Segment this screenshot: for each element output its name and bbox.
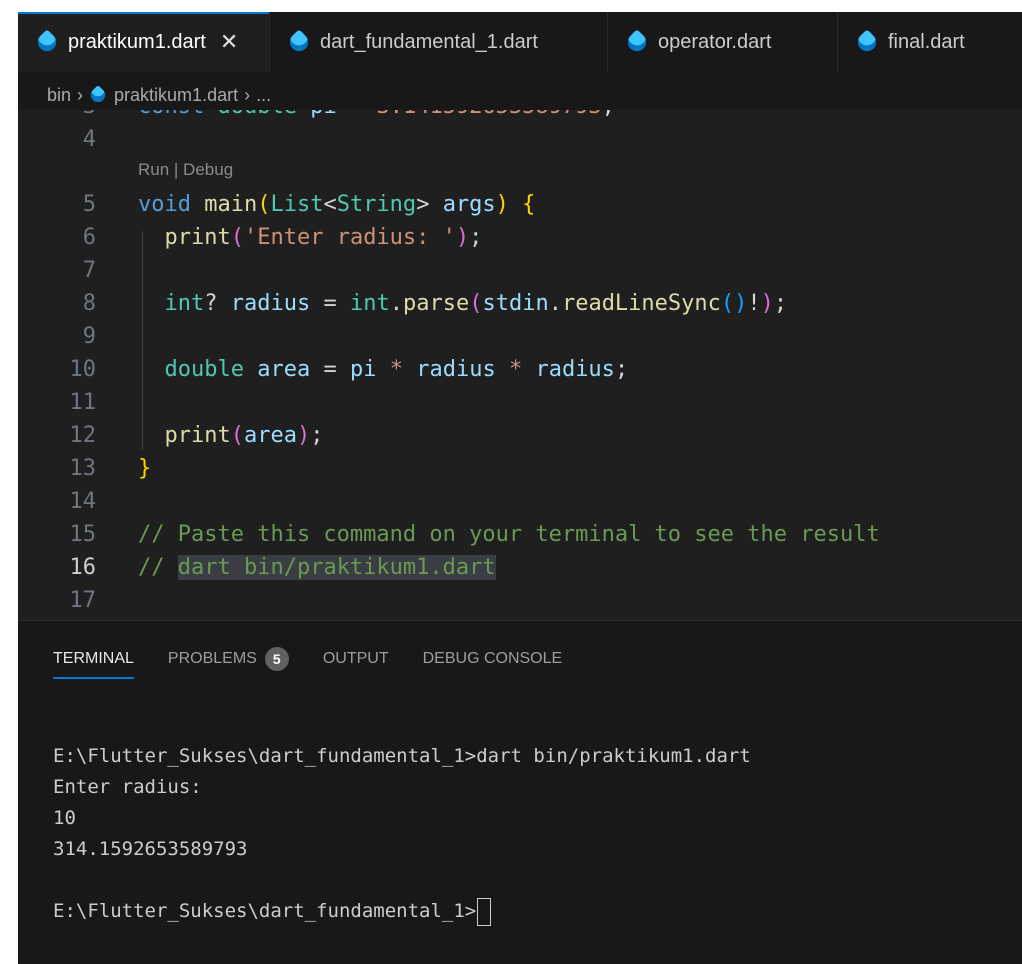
line-number: 10: [69, 357, 97, 382]
terminal-cursor: [477, 897, 492, 926]
tab-debug-console[interactable]: DEBUG CONSOLE: [423, 639, 563, 679]
code-line: 17: [18, 584, 1022, 617]
terminal-line: 314.1592653589793: [53, 838, 248, 860]
line-code: print(area);: [164, 423, 324, 448]
line-number: 11: [69, 390, 97, 415]
tab-terminal[interactable]: TERMINAL: [53, 639, 134, 679]
line-number: 3: [18, 110, 96, 123]
line-number: 14: [69, 489, 97, 514]
tab-label: praktikum1.dart: [68, 30, 206, 53]
editor-tab-bar: praktikum1.dart ✕ dart_fundamental_1.dar…: [18, 12, 1022, 72]
code-line: 9: [18, 320, 1022, 353]
chevron-right-icon: ›: [77, 84, 84, 105]
code-line: 13 }: [18, 452, 1022, 485]
codelens-run-debug[interactable]: Run | Debug: [138, 158, 233, 182]
status-bar: [18, 956, 1022, 964]
bottom-panel: TERMINAL PROBLEMS 5 OUTPUT DEBUG CONSOLE …: [18, 620, 1022, 964]
tab-label: dart_fundamental_1.dart: [320, 30, 538, 53]
breadcrumb: bin › praktikum1.dart › ...: [18, 80, 1022, 110]
tab-operator[interactable]: operator.dart: [608, 12, 838, 72]
tab-terminal-label: TERMINAL: [53, 650, 134, 667]
vscode-window: praktikum1.dart ✕ dart_fundamental_1.dar…: [18, 12, 1022, 964]
line-code: }: [138, 456, 152, 481]
code-line: 8 int? radius = int.parse(stdin.readLine…: [18, 287, 1022, 320]
line-code: double area = pi * radius * radius;: [164, 357, 629, 382]
dart-file-icon: [88, 85, 108, 105]
tab-label: operator.dart: [658, 30, 772, 53]
line-number: 9: [82, 324, 96, 349]
code-line: 14: [18, 485, 1022, 518]
problems-count-badge: 5: [264, 647, 289, 671]
tab-label: final.dart: [888, 30, 965, 53]
code-line: 4: [18, 123, 1022, 156]
breadcrumb-file[interactable]: praktikum1.dart: [114, 85, 238, 106]
panel-tabs: TERMINAL PROBLEMS 5 OUTPUT DEBUG CONSOLE: [53, 639, 596, 679]
breadcrumb-more[interactable]: ...: [256, 85, 271, 106]
line-code: print('Enter radius: ');: [164, 225, 483, 250]
tab-output[interactable]: OUTPUT: [323, 639, 389, 679]
line-number: 7: [82, 258, 96, 283]
line-number: 16: [69, 555, 97, 580]
terminal-line: E:\Flutter_Sukses\dart_fundamental_1>dar…: [53, 745, 751, 767]
code-line: 16 // dart bin/praktikum1.dart: [18, 551, 1022, 584]
code-line: 3 const double pi = 3.141592653589793;: [18, 110, 1022, 123]
tab-output-label: OUTPUT: [322, 650, 389, 667]
code-line: 15 // Paste this command on your termina…: [18, 518, 1022, 551]
dart-file-icon: [286, 29, 312, 55]
tab-praktikum1[interactable]: praktikum1.dart ✕: [18, 12, 270, 72]
line-number: 4: [82, 127, 96, 152]
line-number: 8: [82, 291, 96, 316]
tab-dart-fundamental-1[interactable]: dart_fundamental_1.dart: [270, 12, 608, 72]
code-line: 5 void main(List<String> args) {: [18, 188, 1022, 221]
chevron-right-icon: ›: [244, 84, 251, 105]
code-line: 11: [18, 386, 1022, 419]
breadcrumb-folder[interactable]: bin: [47, 85, 71, 106]
line-code: const double pi = 3.141592653589793;: [138, 110, 615, 123]
dart-file-icon: [624, 29, 650, 55]
code-line: 7: [18, 254, 1022, 287]
dart-file-icon: [34, 29, 60, 55]
terminal-line: Enter radius:: [53, 776, 202, 798]
line-number: 6: [82, 225, 96, 250]
close-icon[interactable]: ✕: [220, 29, 238, 55]
code-line: 10 double area = pi * radius * radius;: [18, 353, 1022, 386]
tab-final[interactable]: final.dart: [838, 12, 1022, 72]
code-line: 12 print(area);: [18, 419, 1022, 452]
line-number: 15: [69, 522, 97, 547]
tab-debug-console-label: DEBUG CONSOLE: [422, 650, 563, 667]
line-number: 17: [69, 588, 97, 613]
line-number: 12: [69, 423, 97, 448]
terminal-prompt-line: E:\Flutter_Sukses\dart_fundamental_1>: [53, 896, 751, 927]
terminal-line: 10: [53, 807, 76, 829]
dart-file-icon: [854, 29, 880, 55]
line-number: 13: [69, 456, 97, 481]
line-code: int? radius = int.parse(stdin.readLineSy…: [164, 291, 788, 316]
line-code: // dart bin/praktikum1.dart: [138, 555, 496, 580]
terminal-prompt: E:\Flutter_Sukses\dart_fundamental_1>: [53, 900, 477, 922]
line-code: void main(List<String> args) {: [138, 192, 536, 217]
code-editor[interactable]: 3 const double pi = 3.141592653589793; 4…: [18, 110, 1022, 620]
line-number: 5: [82, 192, 96, 217]
code-line: 6 print('Enter radius: ');: [18, 221, 1022, 254]
tab-problems[interactable]: PROBLEMS 5: [168, 639, 289, 679]
line-code: // Paste this command on your terminal t…: [138, 522, 880, 547]
tab-problems-label: PROBLEMS: [167, 650, 257, 667]
terminal-output[interactable]: E:\Flutter_Sukses\dart_fundamental_1>dar…: [53, 741, 751, 927]
